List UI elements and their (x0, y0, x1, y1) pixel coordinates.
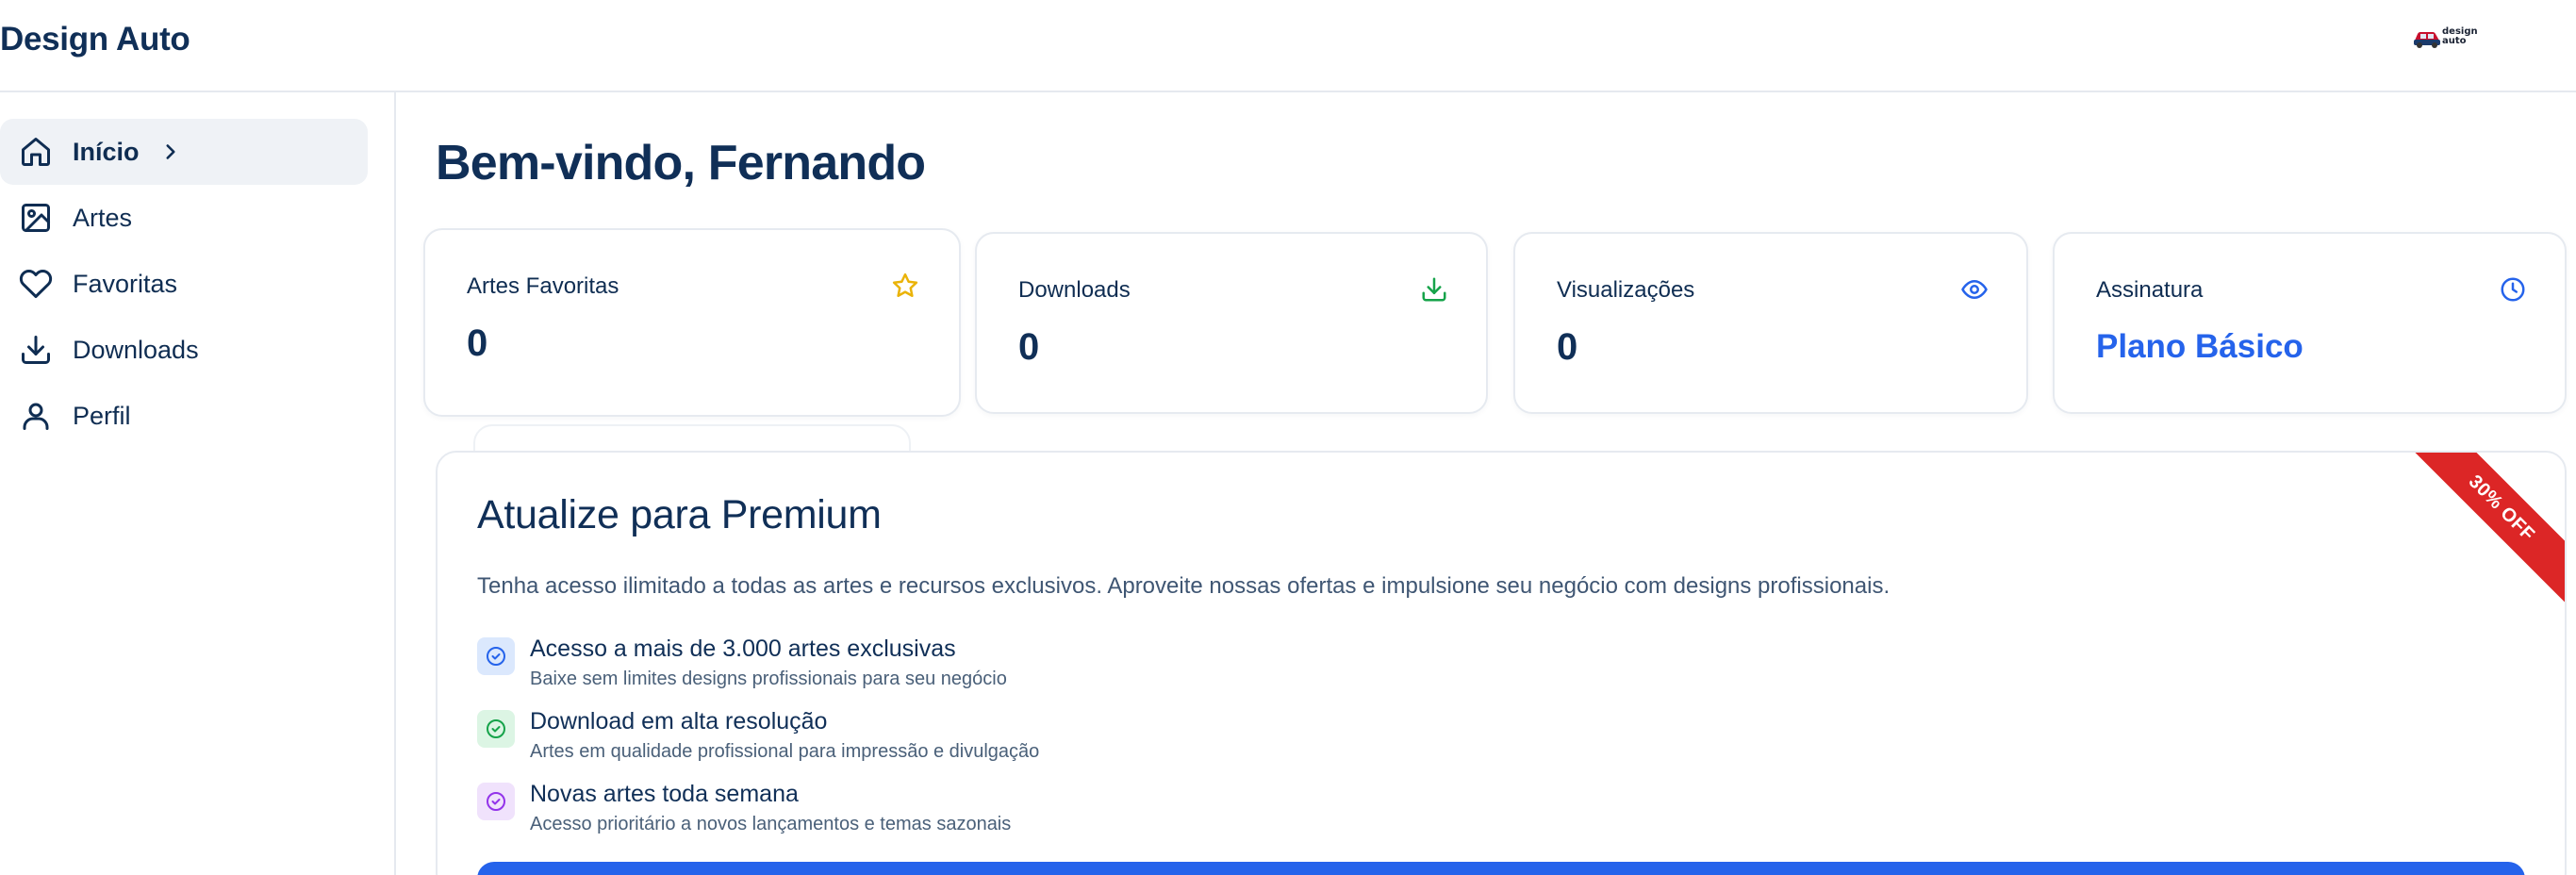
feature-title: Acesso a mais de 3.000 artes exclusivas (530, 636, 956, 662)
stat-value: 0 (1557, 326, 1578, 368)
ribbon-label: 30% OFF (2465, 471, 2539, 545)
check-circle-icon (477, 783, 515, 820)
discount-ribbon: 30% OFF (2403, 453, 2565, 607)
feature-subtitle: Artes em qualidade profissional para imp… (530, 741, 1040, 762)
chevron-right-icon (158, 140, 183, 164)
user-icon (19, 399, 53, 433)
stat-card-visualizacoes: Visualizações 0 (1513, 232, 2028, 414)
top-header: Design Auto design auto (0, 0, 2576, 92)
sidebar-item-label: Artes (73, 203, 133, 232)
stat-label: Downloads (1018, 277, 1131, 303)
download-icon (1420, 275, 1448, 304)
stat-value: 0 (1018, 326, 1040, 368)
stat-label: Assinatura (2096, 277, 2204, 303)
upgrade-button[interactable] (477, 862, 2525, 875)
feature-subtitle: Baixe sem limites designs profissionais … (530, 669, 1007, 689)
sidebar-item-downloads[interactable]: Downloads (0, 317, 368, 383)
clock-icon (2499, 275, 2527, 304)
sidebar-item-perfil[interactable]: Perfil (0, 383, 368, 449)
heart-icon (19, 267, 53, 301)
feature-item: Novas artes toda semana Acesso prioritár… (477, 781, 1609, 847)
sidebar-item-favoritas[interactable]: Favoritas (0, 251, 368, 317)
download-icon (19, 333, 53, 367)
brand-title[interactable]: Design Auto (0, 21, 190, 58)
feature-item: Acesso a mais de 3.000 artes exclusivas … (477, 636, 1609, 702)
star-icon (891, 272, 919, 300)
stat-label: Artes Favoritas (467, 273, 619, 299)
check-circle-icon (477, 637, 515, 675)
sidebar-item-label: Início (73, 137, 140, 166)
car-logo-icon (2414, 32, 2440, 48)
sidebar-item-artes[interactable]: Artes (0, 185, 368, 251)
logo-text: design auto (2442, 26, 2478, 46)
feature-subtitle: Acesso prioritário a novos lançamentos e… (530, 814, 1012, 834)
stat-card-favoritas: Artes Favoritas 0 (423, 228, 961, 417)
sidebar: Início Artes Favoritas Downloads Perfil (0, 92, 396, 875)
feature-item: Download em alta resolução Artes em qual… (477, 708, 1609, 774)
stat-value: 0 (467, 322, 488, 364)
feature-title: Download em alta resolução (530, 708, 828, 735)
premium-description: Tenha acesso ilimitado a todas as artes … (477, 573, 1891, 599)
stat-label: Visualizações (1557, 277, 1695, 303)
premium-upgrade-card: 30% OFF Atualize para Premium Tenha aces… (436, 451, 2567, 875)
feature-title: Novas artes toda semana (530, 781, 799, 807)
stat-card-assinatura: Assinatura Plano Básico (2053, 232, 2567, 414)
subscription-plan[interactable]: Plano Básico (2096, 328, 2304, 366)
premium-title: Atualize para Premium (477, 492, 882, 537)
sidebar-item-label: Perfil (73, 401, 131, 430)
page-title: Bem-vindo, Fernando (436, 136, 926, 190)
brand-logo[interactable]: design auto (2412, 25, 2482, 53)
eye-icon (1960, 275, 1989, 304)
sidebar-item-label: Downloads (73, 335, 199, 364)
check-circle-icon (477, 710, 515, 748)
sidebar-item-inicio[interactable]: Início (0, 119, 368, 185)
sidebar-item-label: Favoritas (73, 269, 178, 298)
stat-card-downloads: Downloads 0 (975, 232, 1488, 414)
image-icon (19, 201, 53, 235)
home-icon (19, 135, 53, 169)
